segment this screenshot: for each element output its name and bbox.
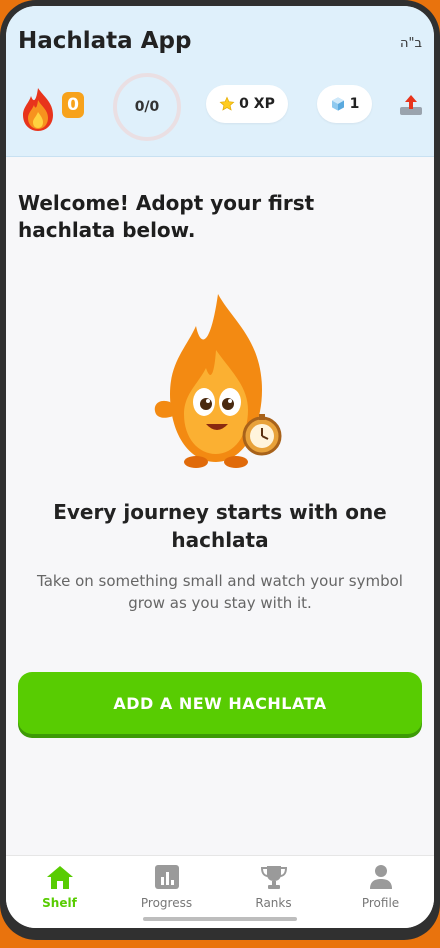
home-indicator [143, 917, 297, 921]
nav-label: Progress [140, 896, 193, 910]
share-icon[interactable] [399, 94, 423, 116]
gems-pill[interactable]: 1 [317, 85, 372, 123]
add-hachlata-button[interactable]: ADD A NEW HACHLATA [18, 672, 422, 734]
top-header: Hachlata App ב"ה 0 0/0 0 XP 1 [6, 6, 434, 157]
flame-mascot-icon [154, 294, 282, 468]
star-icon [219, 96, 235, 111]
nav-label: Ranks [255, 896, 292, 910]
journey-title: Every journey starts with one hachlata [53, 500, 387, 552]
bh-label: ב"ה [400, 36, 422, 51]
device-frame: Hachlata App ב"ה 0 0/0 0 XP 1 Welcome! A… [0, 0, 440, 940]
journey-subtitle: Take on something small and watch your s… [37, 572, 403, 612]
ice-cube-icon [331, 97, 344, 111]
app-title: Hachlata App [18, 28, 192, 54]
nav-item-progress[interactable]: Progress [113, 856, 220, 916]
fire-icon[interactable] [19, 86, 57, 132]
streak-count-badge: 0 [62, 92, 84, 118]
nav-item-shelf[interactable]: Shelf [6, 856, 113, 916]
trophy-icon [260, 866, 288, 889]
welcome-heading: Welcome! Adopt your first hachlata below… [18, 191, 315, 242]
daily-progress-ring[interactable]: 0/0 [113, 73, 181, 141]
nav-label: Shelf [42, 896, 77, 910]
nav-item-profile[interactable]: Profile [327, 856, 434, 916]
progress-text: 0/0 [134, 99, 160, 115]
xp-text: 0 XP [239, 96, 275, 112]
person-icon [370, 865, 392, 889]
xp-pill[interactable]: 0 XP [206, 85, 288, 123]
app-screen: Hachlata App ב"ה 0 0/0 0 XP 1 Welcome! A… [6, 6, 434, 928]
home-icon [47, 866, 73, 889]
nav-item-ranks[interactable]: Ranks [220, 856, 327, 916]
nav-label: Profile [361, 896, 400, 910]
chart-icon [155, 865, 179, 889]
gems-count: 1 [349, 96, 360, 112]
